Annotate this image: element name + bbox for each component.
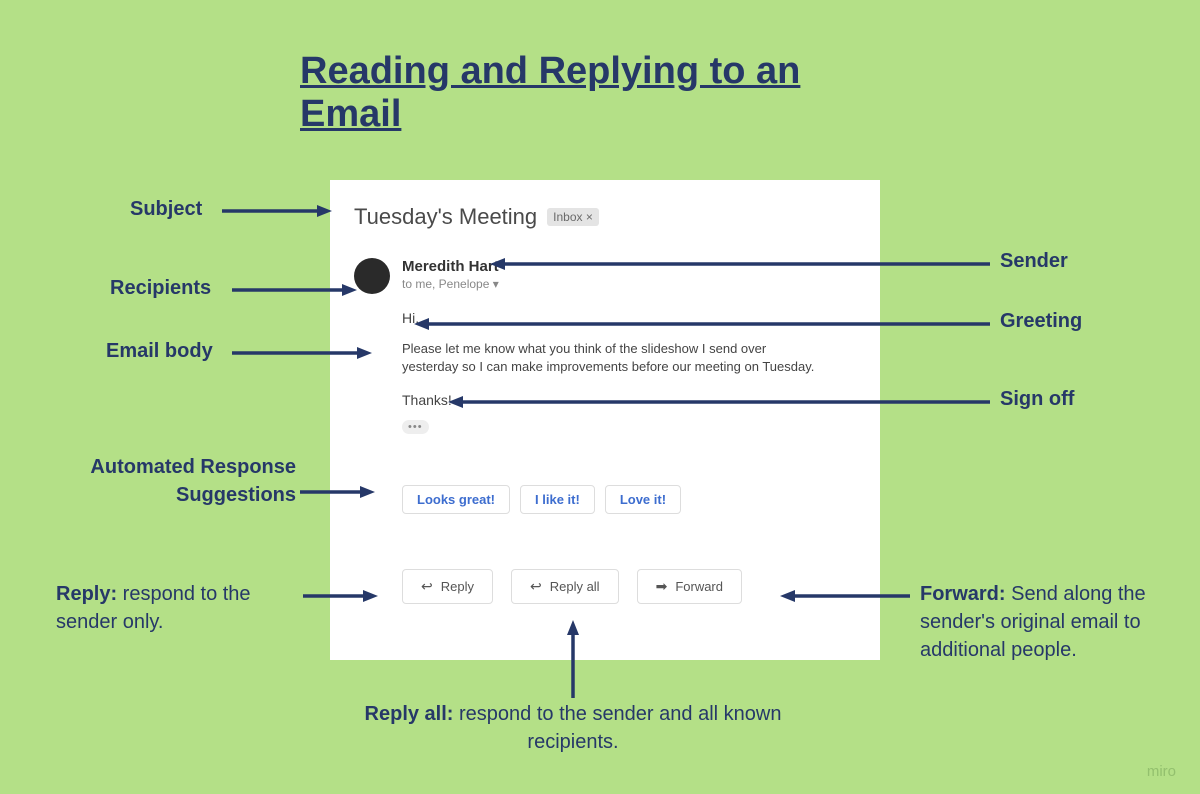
avatar[interactable] <box>354 258 390 294</box>
reply-all-button[interactable]: ↩ Reply all <box>511 569 619 604</box>
reply-all-icon: ↩ <box>530 578 542 595</box>
email-subject: Tuesday's Meeting <box>354 204 537 230</box>
forward-button[interactable]: ➡ Forward <box>637 569 742 604</box>
suggestion-chip[interactable]: Love it! <box>605 485 681 514</box>
arrow-icon <box>565 620 585 698</box>
label-signoff: Sign off <box>1000 388 1074 411</box>
suggestion-chip[interactable]: I like it! <box>520 485 595 514</box>
label-greeting: Greeting <box>1000 310 1082 333</box>
reply-all-label: Reply all <box>550 579 600 594</box>
label-sender: Sender <box>1000 250 1068 273</box>
recipients-line[interactable]: to me, Penelope ▾ <box>402 277 499 291</box>
smart-reply-row: Looks great! I like it! Love it! <box>402 485 856 514</box>
trimmed-content-icon[interactable]: ••• <box>402 420 429 434</box>
suggestion-chip[interactable]: Looks great! <box>402 485 510 514</box>
arrow-icon <box>780 588 910 608</box>
label-auto-response: Automated Response Suggestions <box>50 453 296 509</box>
watermark: miro <box>1147 763 1176 780</box>
label-subject: Subject <box>130 198 202 221</box>
arrow-icon <box>222 203 332 223</box>
arrow-icon <box>300 484 375 504</box>
label-text: Reply all: <box>365 703 454 725</box>
forward-label: Forward <box>675 579 723 594</box>
diagram-title: Reading and Replying to an Email <box>300 50 900 136</box>
label-text: respond to the sender and all known reci… <box>453 703 781 753</box>
email-body: Please let me know what you think of the… <box>402 340 822 376</box>
arrow-icon <box>303 588 378 608</box>
inbox-chip[interactable]: Inbox × <box>547 208 599 226</box>
arrow-icon <box>490 256 990 276</box>
reply-label: Reply <box>441 579 474 594</box>
reply-button[interactable]: ↩ Reply <box>402 569 493 604</box>
arrow-icon <box>414 316 990 336</box>
label-forward: Forward: Send along the sender's origina… <box>920 580 1160 664</box>
label-reply: Reply: respond to the sender only. <box>56 580 306 636</box>
arrow-icon <box>232 345 372 365</box>
arrow-icon <box>448 394 990 414</box>
subject-line: Tuesday's Meeting Inbox × <box>354 204 856 230</box>
label-reply-all: Reply all: respond to the sender and all… <box>358 700 788 756</box>
sender-name: Meredith Hart <box>402 258 499 275</box>
label-text: Forward: <box>920 583 1006 605</box>
label-text: Reply: <box>56 583 117 605</box>
arrow-icon <box>232 282 357 302</box>
label-text: Suggestions <box>176 484 296 506</box>
forward-icon: ➡ <box>656 578 668 595</box>
label-text: Automated Response <box>90 456 296 478</box>
label-email-body: Email body <box>106 340 213 363</box>
label-recipients: Recipients <box>110 277 211 300</box>
reply-icon: ↩ <box>421 578 433 595</box>
